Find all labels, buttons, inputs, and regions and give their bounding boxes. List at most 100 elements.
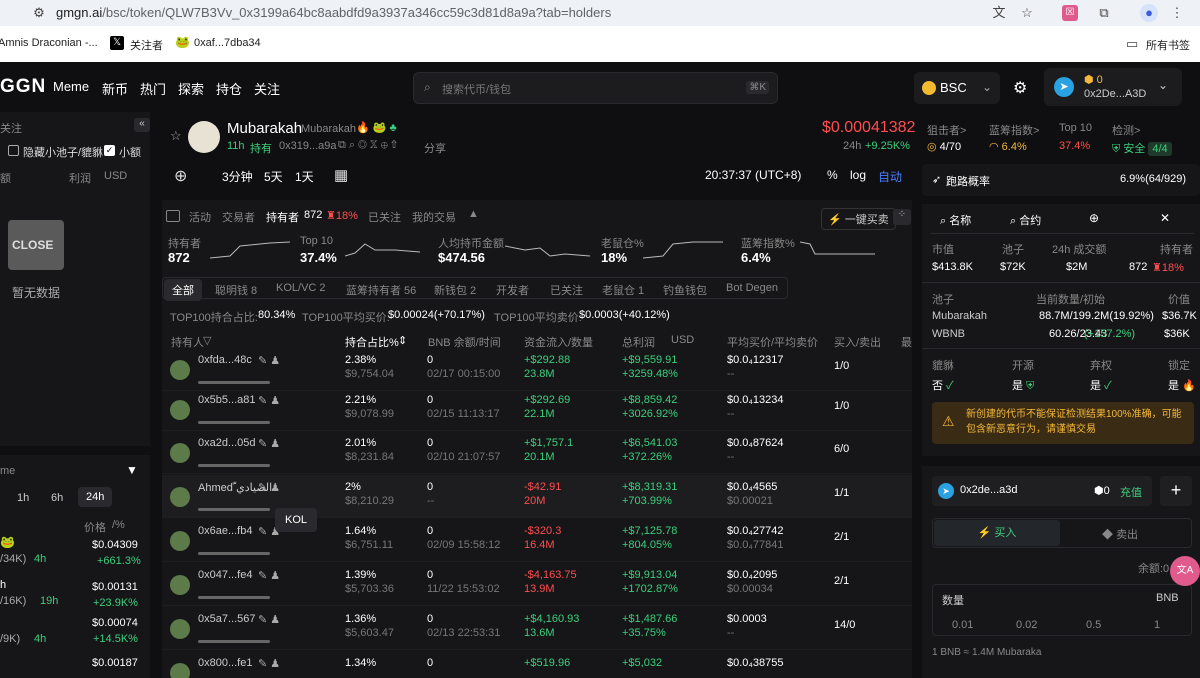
tab-activity[interactable]: 活动 (189, 209, 211, 225)
filter-all[interactable]: 全部 (164, 279, 202, 301)
th-usd[interactable]: USD (671, 334, 694, 346)
token-address[interactable]: 0x319...a9a (279, 140, 337, 152)
calendar-icon[interactable]: ▦ (334, 166, 348, 184)
translate-icon[interactable]: 文 (990, 4, 1008, 22)
search-contract-button[interactable]: ⌕ 合约 (1010, 212, 1041, 228)
url-text[interactable]: gmgn.ai/bsc/token/QLW7B3Vv_0x3199a64bc8a… (56, 5, 611, 20)
x-twitter-icon[interactable]: ✕ (1160, 211, 1170, 225)
share-link[interactable]: 分享 (424, 140, 446, 156)
filter-bluechip[interactable]: 蓝筹持有者 56 (346, 282, 416, 298)
timeframe-24h[interactable]: 24h (78, 487, 113, 507)
address-bar[interactable]: ⚙ gmgn.ai/bsc/token/QLW7B3Vv_0x3199a64bc… (0, 0, 1200, 26)
holder-name[interactable]: 0x800...fe1 (198, 657, 252, 669)
nav-hot[interactable]: 热门 (140, 79, 166, 98)
holder-avg-buy: $0.0₄2095 (727, 569, 778, 581)
filter-phishing[interactable]: 钓鱼钱包 (663, 282, 707, 298)
holder-filter-icon[interactable]: ▽ (203, 334, 211, 347)
quick-trade-button[interactable]: ⚡ 一键买卖 (821, 208, 896, 230)
bluechip-label[interactable]: 蓝筹指数> (989, 122, 1039, 138)
timeframe-6h[interactable]: 6h (51, 492, 63, 504)
bookmark-1[interactable]: Amnis Draconian -... (0, 37, 98, 49)
holder-profit-pct: +703.99% (622, 495, 672, 507)
holder-name[interactable]: 0x047...fe4 (198, 569, 252, 581)
small-amount-checkbox[interactable]: ✓ (104, 145, 115, 156)
interval-3m[interactable]: 3分钟 (222, 168, 253, 185)
filter-followed[interactable]: 已关注 (550, 282, 583, 298)
tab-followed[interactable]: 已关注 (368, 209, 401, 225)
more-menu-icon[interactable]: ⋮ (1168, 4, 1186, 22)
chain-selector[interactable]: BSC ⌄ (914, 72, 1000, 104)
table-row[interactable]: 0xfda...48c ✎ ♟ 2.38% $9,754.04 0 02/17 00:15… (162, 348, 912, 391)
tab-traders[interactable]: 交易者 (222, 209, 255, 225)
extension-icon[interactable]: ☒ (1062, 5, 1078, 21)
filter-rat[interactable]: 老鼠仓 1 (602, 282, 644, 298)
sell-tab[interactable]: ◆ 卖出 (1102, 526, 1138, 542)
holder-time: 02/15 11:13:17 (427, 408, 500, 420)
bookmark-3[interactable]: 0xaf...7dba34 (194, 37, 261, 49)
bookmark-star-icon[interactable]: ☆ (1018, 4, 1036, 22)
interval-1d[interactable]: 1天 (295, 168, 314, 185)
tab-my-trades[interactable]: 我的交易 (412, 209, 456, 225)
site-info-icon[interactable]: ⚙ (30, 4, 48, 22)
nav-new[interactable]: 新币 (102, 79, 128, 98)
sort-icon[interactable]: ⇕ (398, 334, 407, 347)
buy-tab[interactable]: ⚡ 买入 (934, 520, 1060, 546)
table-row[interactable]: 0x800...fe1 ✎ ♟ 1.34% 0 +$519.96 +$5,032 $0.0₄… (162, 651, 912, 678)
holder-name[interactable]: 0xa2d...05d (198, 437, 256, 449)
table-row[interactable]: 0x5a7...567 ✎ ♟ 1.36% $5,603.47 0 02/13 22:53… (162, 607, 912, 650)
bubble-map-icon[interactable]: ⁘ (893, 209, 911, 225)
log-toggle[interactable]: log (850, 168, 866, 182)
table-row[interactable]: 0x047...fe4 ✎ ♟ 1.39% $5,703.36 0 11/22 15:53… (162, 563, 912, 606)
search-box[interactable]: ⌕ 搜索代币/钱包 ⌘K (413, 72, 778, 104)
favorite-star-icon[interactable]: ☆ (170, 128, 182, 144)
nav-explore[interactable]: 探索 (178, 79, 204, 98)
bookmarks-folder[interactable]: 所有书签 (1146, 37, 1190, 53)
collapse-up-icon[interactable]: ▲ (468, 208, 479, 220)
table-row[interactable]: 0x5b5...a81 ✎ ♟ 2.21% $9,078.99 0 02/15 11:13… (162, 388, 912, 431)
timeframe-1h[interactable]: 1h (17, 492, 29, 504)
extensions-puzzle-icon[interactable]: ⧉ (1095, 4, 1113, 22)
filter-dev[interactable]: 开发者 (496, 282, 529, 298)
check-icon: ✓ (1104, 380, 1112, 392)
recharge-link[interactable]: 充值 (1120, 484, 1142, 500)
add-indicator-icon[interactable]: ⊕ (174, 166, 187, 186)
filter-bot[interactable]: Bot Degen (726, 282, 778, 294)
filter-new-wallet[interactable]: 新钱包 2 (434, 282, 476, 298)
token-link-icons[interactable]: ⧉ ⌕ ◎ 𝕏 ⊕ ⇧ (338, 139, 397, 152)
translate-float-icon[interactable]: 文A (1170, 556, 1200, 586)
filter-smart[interactable]: 聪明钱 8 (215, 282, 257, 298)
bookmark-2[interactable]: 关注者 (130, 37, 163, 53)
interval-5d[interactable]: 5天 (264, 168, 283, 185)
table-row[interactable]: 0xa2d...05d ✎ ♟ 2.01% $8,231.84 0 02/10 21:07… (162, 431, 912, 474)
filter-kol[interactable]: KOL/VC 2 (276, 282, 326, 294)
hide-small-pool-checkbox[interactable] (8, 145, 19, 156)
nav-positions[interactable]: 持仓 (216, 79, 242, 98)
add-wallet-button[interactable]: + (1160, 476, 1192, 506)
nav-meme[interactable]: Meme (53, 79, 89, 94)
holder-name[interactable]: 0x5b5...a81 (198, 394, 256, 406)
holder-name[interactable]: 0x6ae...fb4 (198, 525, 252, 537)
search-name-button[interactable]: ⌕ 名称 (940, 212, 971, 228)
qty-preset-1[interactable]: 0.01 (952, 619, 973, 631)
check-label[interactable]: 检测> (1112, 122, 1140, 138)
auto-toggle[interactable]: 自动 (878, 168, 902, 185)
wallet-account[interactable]: ➤ ⬢ 0 0x2De...A3D ⌄ (1044, 68, 1182, 106)
tab-holders[interactable]: 持有者 (266, 209, 299, 225)
filter-icon[interactable]: ▼ (126, 463, 138, 477)
nav-follow[interactable]: 关注 (254, 79, 280, 98)
collapse-icon[interactable]: « (134, 118, 150, 132)
qty-preset-2[interactable]: 0.02 (1016, 619, 1037, 631)
logo[interactable]: GGN (0, 76, 46, 98)
holder-name[interactable]: 0x5a7...567 (198, 613, 256, 625)
website-globe-icon[interactable]: ⊕ (1089, 211, 1099, 225)
qty-preset-4[interactable]: 1 (1154, 619, 1160, 631)
pct-toggle[interactable]: % (827, 168, 838, 182)
settings-gear-icon[interactable]: ⚙ (1013, 78, 1027, 98)
sidebar-toggle-icon[interactable] (166, 210, 180, 222)
qty-preset-3[interactable]: 0.5 (1086, 619, 1101, 631)
trade-wallet-selector[interactable]: ➤ 0x2de...a3d ⬢0 充值 (932, 476, 1152, 506)
top100-sell-label: TOP100平均卖价: (494, 312, 582, 324)
holder-name[interactable]: 0xfda...48c (198, 354, 252, 366)
profile-icon[interactable]: ● (1140, 4, 1158, 22)
sniper-label[interactable]: 狙击者> (927, 122, 966, 138)
